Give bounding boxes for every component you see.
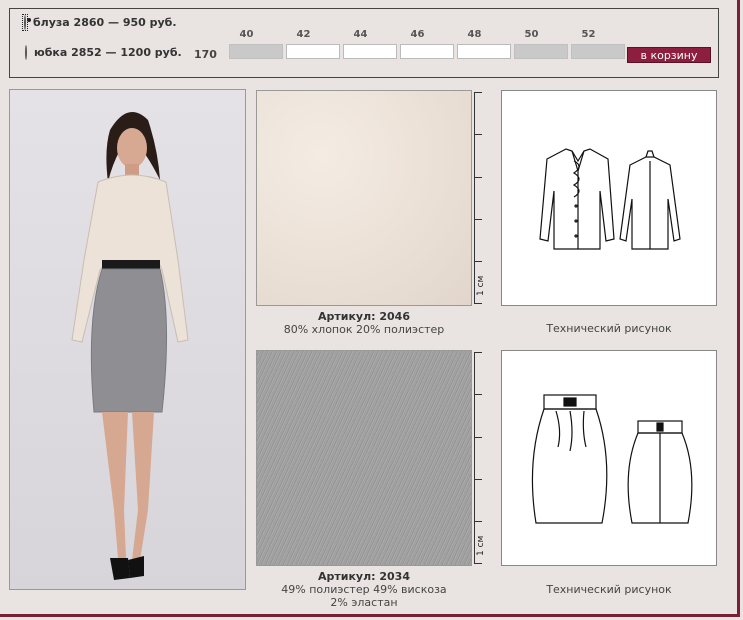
fabric2-article: Артикул: 2034 (317, 570, 410, 583)
radio-skirt[interactable] (25, 45, 27, 60)
size-label-46: 46 (410, 29, 425, 40)
option-blouse[interactable]: блуза 2860 — 950 руб. (22, 14, 177, 31)
size-label-50: 50 (524, 29, 539, 40)
radio-blouse[interactable] (24, 15, 26, 30)
height-label: 170 (194, 48, 217, 61)
fabric1-caption: Артикул: 2046 80% хлопок 20% полиэстер (256, 310, 472, 336)
model-photo (9, 89, 246, 590)
ruler-1 (474, 92, 486, 304)
scale-label-1: 1 см (476, 275, 486, 296)
order-panel: блуза 2860 — 950 руб. юбка 2852 — 1200 р… (9, 8, 719, 78)
size-cell-44[interactable] (343, 44, 397, 59)
tech-drawing-blouse (501, 90, 717, 306)
size-cell-46[interactable] (400, 44, 454, 59)
size-label-52: 52 (581, 29, 596, 40)
tech-drawing-skirt (501, 350, 717, 566)
tech-caption-2: Технический рисунок (546, 583, 672, 596)
size-cell-50 (514, 44, 568, 59)
size-cell-48[interactable] (457, 44, 511, 59)
model-illustration (71, 112, 189, 580)
size-cell-42[interactable] (286, 44, 340, 59)
option-skirt-label: юбка 2852 — 1200 руб. (34, 46, 182, 59)
fabric-swatch-2 (256, 350, 472, 566)
fabric2-caption: Артикул: 2034 49% полиэстер 49% вискоза … (256, 570, 472, 609)
option-blouse-label: блуза 2860 — 950 руб. (33, 16, 177, 29)
fabric1-article: Артикул: 2046 (317, 310, 410, 323)
tech-caption-1: Технический рисунок (546, 322, 672, 335)
size-label-44: 44 (353, 29, 368, 40)
scale-label-2: 1 см (476, 535, 486, 556)
add-to-cart-button[interactable]: в корзину (627, 47, 711, 63)
size-label-40: 40 (239, 29, 254, 40)
radio-skirt-wrap[interactable] (24, 45, 28, 60)
option-skirt[interactable]: юбка 2852 — 1200 руб. (24, 45, 182, 60)
size-label-42: 42 (296, 29, 311, 40)
fabric2-composition-line1: 49% полиэстер 49% вискоза (281, 583, 447, 596)
fabric-swatch-1 (256, 90, 472, 306)
radio-blouse-wrap[interactable] (22, 14, 28, 31)
skirt-sketch (531, 394, 693, 524)
size-label-48: 48 (467, 29, 482, 40)
blouse-sketch (539, 148, 681, 250)
fabric1-composition: 80% хлопок 20% полиэстер (283, 323, 445, 336)
size-cell-40 (229, 44, 283, 59)
fabric2-composition-line2: 2% эластан (330, 596, 398, 609)
size-cell-52 (571, 44, 625, 59)
ruler-2 (474, 352, 486, 564)
